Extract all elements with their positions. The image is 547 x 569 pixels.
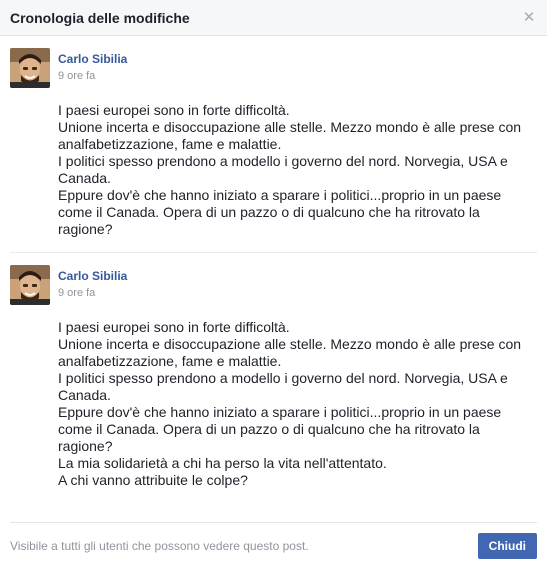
- post-line: Eppure dov'è che hanno iniziato a sparar…: [58, 404, 502, 454]
- post-line: I politici spesso prendono a modello i g…: [58, 370, 508, 403]
- author-name[interactable]: Carlo Sibilia: [58, 52, 127, 66]
- post-line: A chi vanno attribuite le colpe?: [58, 472, 248, 488]
- revision-meta: Carlo Sibilia 9 ore fa: [58, 265, 127, 299]
- dialog-title: Cronologia delle modifiche: [10, 9, 190, 26]
- close-button[interactable]: Chiudi: [477, 533, 537, 559]
- revision-entry: Carlo Sibilia 9 ore fa I paesi europei s…: [10, 48, 537, 252]
- post-line: Unione incerta e disoccupazione alle ste…: [58, 119, 522, 152]
- avatar[interactable]: [10, 48, 50, 88]
- timestamp[interactable]: 9 ore fa: [58, 70, 127, 82]
- post-line: I paesi europei sono in forte difficoltà…: [58, 102, 290, 118]
- post-line: La mia solidarietà a chi ha perso la vit…: [58, 455, 387, 471]
- dialog-footer: Visibile a tutti gli utenti che possono …: [10, 522, 537, 569]
- avatar[interactable]: [10, 265, 50, 305]
- revision-header: Carlo Sibilia 9 ore fa: [10, 265, 537, 305]
- post-line: I paesi europei sono in forte difficoltà…: [58, 319, 290, 335]
- revision-header: Carlo Sibilia 9 ore fa: [10, 48, 537, 88]
- dialog-header: Cronologia delle modifiche ✕: [0, 0, 547, 36]
- post-text: I paesi europei sono in forte difficoltà…: [58, 319, 537, 489]
- post-line: Unione incerta e disoccupazione alle ste…: [58, 336, 522, 369]
- revision-meta: Carlo Sibilia 9 ore fa: [58, 48, 127, 82]
- close-icon[interactable]: ✕: [521, 10, 537, 25]
- author-name[interactable]: Carlo Sibilia: [58, 269, 127, 283]
- revisions-list: Carlo Sibilia 9 ore fa I paesi europei s…: [0, 36, 547, 503]
- timestamp[interactable]: 9 ore fa: [58, 287, 127, 299]
- revision-entry: Carlo Sibilia 9 ore fa I paesi europei s…: [10, 252, 537, 503]
- visibility-note: Visibile a tutti gli utenti che possono …: [10, 539, 309, 553]
- post-line: Eppure dov'è che hanno iniziato a sparar…: [58, 187, 502, 237]
- post-text: I paesi europei sono in forte difficoltà…: [58, 102, 537, 238]
- post-line: I politici spesso prendono a modello i g…: [58, 153, 508, 186]
- edit-history-dialog: Cronologia delle modifiche ✕ Carlo Sibil…: [0, 0, 547, 569]
